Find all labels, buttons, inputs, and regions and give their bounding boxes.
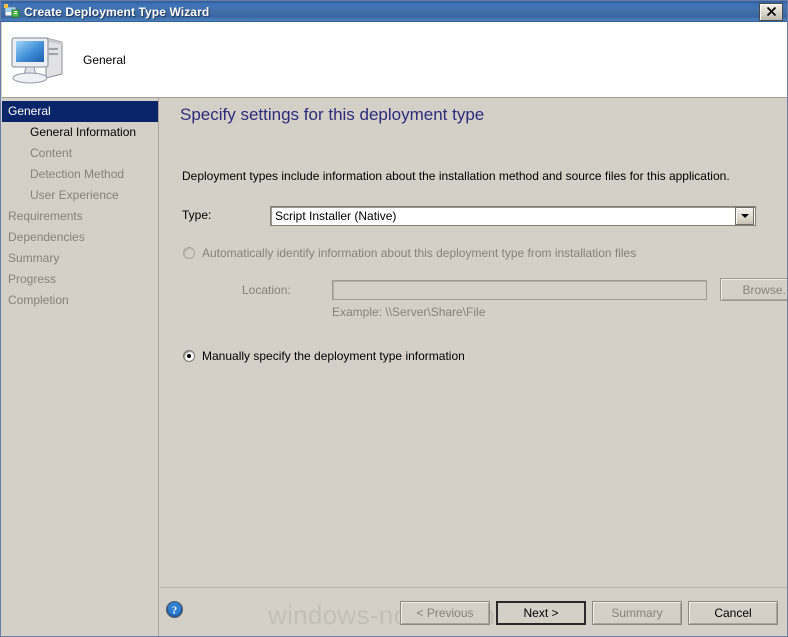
sidebar-item-dependencies[interactable]: Dependencies — [2, 227, 158, 248]
close-icon — [766, 6, 776, 17]
wizard-header: General — [2, 22, 787, 98]
deployment-type-value: Script Installer (Native) — [275, 209, 397, 223]
computer-monitor-icon — [8, 30, 72, 90]
close-button[interactable] — [759, 2, 783, 21]
wizard-footer: ? windows-noob.com < Previous Next > Sum… — [160, 587, 787, 636]
header-page-title: General — [83, 52, 126, 67]
wizard-step-sidebar: General General Information Content Dete… — [2, 98, 159, 636]
previous-button[interactable]: < Previous — [400, 601, 490, 625]
cancel-button[interactable]: Cancel — [688, 601, 778, 625]
create-deployment-type-wizard-window: Create Deployment Type Wizard General Ge… — [0, 0, 788, 637]
location-label: Location: — [242, 283, 291, 297]
type-label: Type: — [182, 208, 212, 222]
wizard-body: General General Information Content Dete… — [2, 98, 787, 636]
sidebar-item-detection-method[interactable]: Detection Method — [2, 164, 158, 185]
radio-manual-specify-label: Manually specify the deployment type inf… — [202, 349, 465, 363]
location-example-hint: Example: \\Server\Share\File — [332, 305, 486, 319]
deployment-type-select[interactable]: Script Installer (Native) — [270, 206, 756, 226]
sidebar-item-summary[interactable]: Summary — [2, 248, 158, 269]
page-title: Specify settings for this deployment typ… — [180, 105, 485, 124]
sidebar-item-content[interactable]: Content — [2, 143, 158, 164]
sidebar-item-progress[interactable]: Progress — [2, 269, 158, 290]
browse-button[interactable]: Browse... — [720, 278, 787, 301]
deployment-type-row: Type: Script Installer (Native) — [182, 206, 776, 226]
radio-manual-specify[interactable]: Manually specify the deployment type inf… — [183, 349, 465, 363]
radio-auto-identify-indicator[interactable] — [183, 247, 195, 259]
help-question-icon[interactable]: ? — [166, 601, 183, 618]
svg-text:?: ? — [172, 605, 178, 617]
sidebar-item-general[interactable]: General — [2, 101, 158, 122]
location-row: Location: Browse... — [242, 278, 787, 301]
radio-auto-identify[interactable]: Automatically identify information about… — [183, 246, 636, 260]
sidebar-item-completion[interactable]: Completion — [2, 290, 158, 311]
title-bar: Create Deployment Type Wizard — [1, 1, 787, 22]
chevron-down-icon[interactable] — [735, 207, 754, 225]
radio-manual-specify-indicator[interactable] — [183, 350, 195, 362]
sidebar-item-user-experience[interactable]: User Experience — [2, 185, 158, 206]
intro-description: Deployment types include information abo… — [182, 169, 730, 183]
wizard-app-icon — [4, 4, 20, 19]
summary-button[interactable]: Summary — [592, 601, 682, 625]
location-input[interactable] — [332, 280, 707, 300]
radio-auto-identify-label: Automatically identify information about… — [202, 246, 637, 260]
next-button[interactable]: Next > — [496, 601, 586, 625]
wizard-button-bar: < Previous Next > Summary Cancel — [400, 601, 778, 625]
sidebar-item-requirements[interactable]: Requirements — [2, 206, 158, 227]
window-title: Create Deployment Type Wizard — [24, 4, 210, 19]
wizard-content-pane: Specify settings for this deployment typ… — [160, 98, 787, 636]
sidebar-item-general-information[interactable]: General Information — [2, 122, 158, 143]
